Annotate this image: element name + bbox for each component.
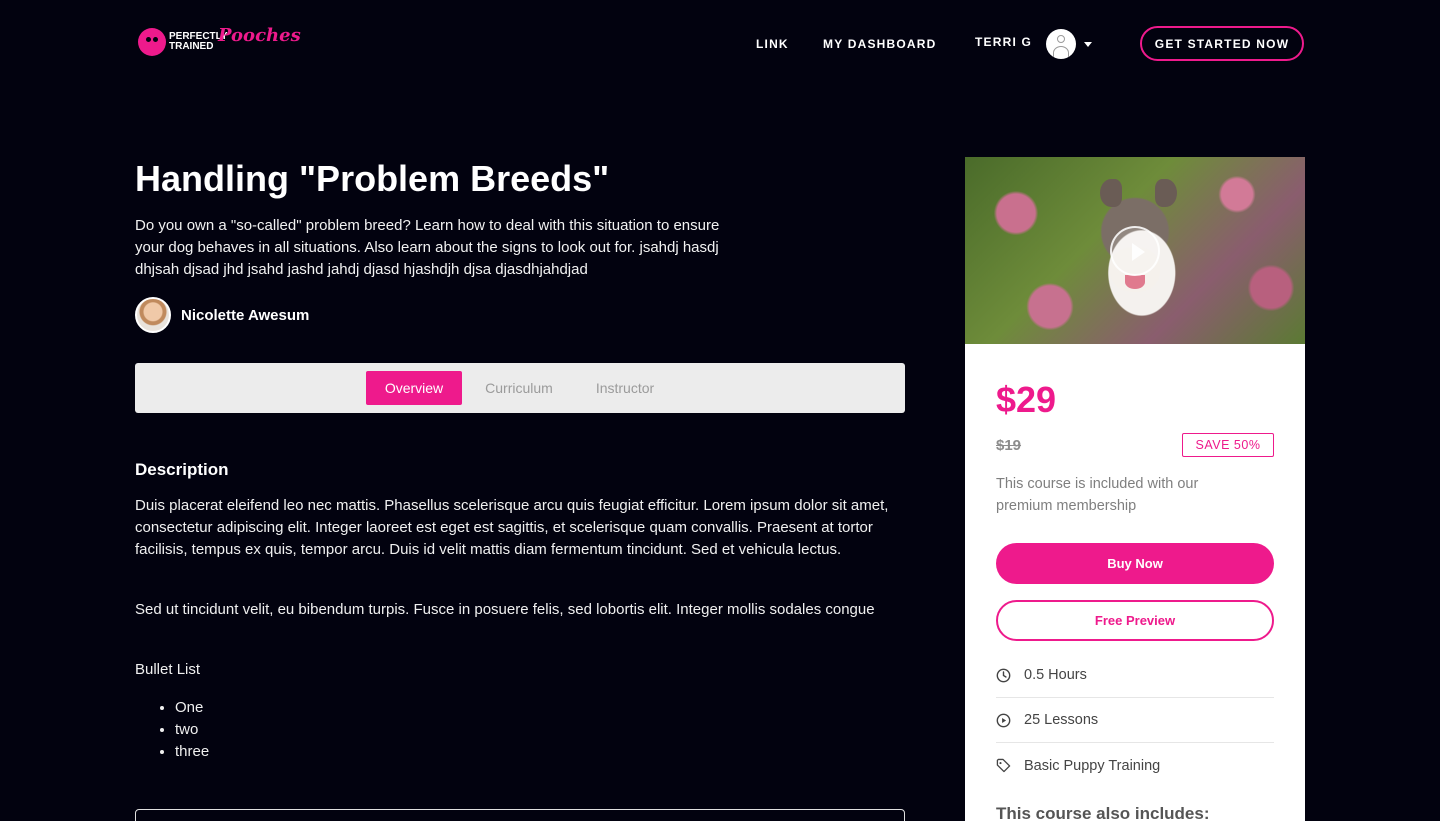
user-name: TERRI G	[975, 35, 1033, 49]
course-page: PERFECTLY TRAINED Pooches LINK MY DASHBO…	[0, 0, 1440, 821]
course-subtitle: Do you own a "so-called" problem breed? …	[135, 217, 720, 278]
description-bullet-list: One two three	[175, 697, 209, 763]
content-box	[135, 809, 905, 821]
get-started-button[interactable]: GET STARTED NOW	[1140, 26, 1304, 61]
clock-icon	[996, 668, 1011, 682]
description-heading: Description	[135, 460, 229, 479]
brand-logo[interactable]: PERFECTLY TRAINED Pooches	[138, 25, 301, 57]
course-title: Handling "Problem Breeds"	[135, 158, 610, 199]
user-avatar-icon	[1046, 29, 1077, 59]
course-preview-video[interactable]	[965, 157, 1305, 344]
list-item: One	[175, 697, 209, 719]
tab-curriculum[interactable]: Curriculum	[476, 371, 562, 405]
tab-overview[interactable]: Overview	[366, 371, 462, 405]
play-circle-icon	[996, 713, 1011, 727]
list-item: three	[175, 741, 209, 763]
description-paragraph-3: Bullet List	[135, 661, 201, 678]
site-header: PERFECTLY TRAINED Pooches LINK MY DASHBO…	[0, 0, 1440, 88]
free-preview-button[interactable]: Free Preview	[996, 600, 1274, 641]
duration-text: 0.5 Hours	[1024, 667, 1087, 683]
description-paragraph-1: Duis placerat eleifend leo nec mattis. P…	[135, 497, 889, 558]
course-tabs: Overview Curriculum Instructor	[135, 363, 905, 413]
chevron-down-icon	[1084, 41, 1093, 47]
membership-note: This course is included with our premium…	[996, 476, 1199, 514]
lessons-row: 25 Lessons	[996, 698, 1274, 743]
buy-now-button[interactable]: Buy Now	[996, 543, 1274, 584]
save-badge: SAVE 50%	[1182, 433, 1274, 457]
dog-face-icon	[138, 28, 166, 56]
instructor-name: Nicolette Awesum	[181, 306, 310, 324]
description-paragraph-2: Sed ut tincidunt velit, eu bibendum turp…	[135, 601, 875, 618]
tab-instructor[interactable]: Instructor	[585, 371, 665, 405]
list-item: two	[175, 719, 209, 741]
instructor-avatar	[135, 297, 171, 333]
course-price: $29	[996, 379, 1057, 420]
user-menu[interactable]: TERRI G	[975, 28, 1093, 60]
purchase-card: $29 $19 SAVE 50% This course is included…	[965, 157, 1305, 821]
nav-my-dashboard[interactable]: MY DASHBOARD	[823, 37, 937, 51]
play-icon[interactable]	[1110, 226, 1160, 276]
instructor-info[interactable]: Nicolette Awesum	[135, 297, 309, 333]
also-includes-heading: This course also includes:	[996, 804, 1210, 821]
brand-script: Pooches	[218, 25, 301, 46]
category-text: Basic Puppy Training	[1024, 757, 1161, 774]
category-row: Basic Puppy Training	[996, 743, 1274, 788]
tag-icon	[996, 758, 1011, 773]
duration-row: 0.5 Hours	[996, 653, 1274, 698]
nav-link[interactable]: LINK	[756, 37, 789, 51]
lessons-text: 25 Lessons	[1024, 712, 1099, 728]
original-price: $19	[996, 437, 1022, 454]
